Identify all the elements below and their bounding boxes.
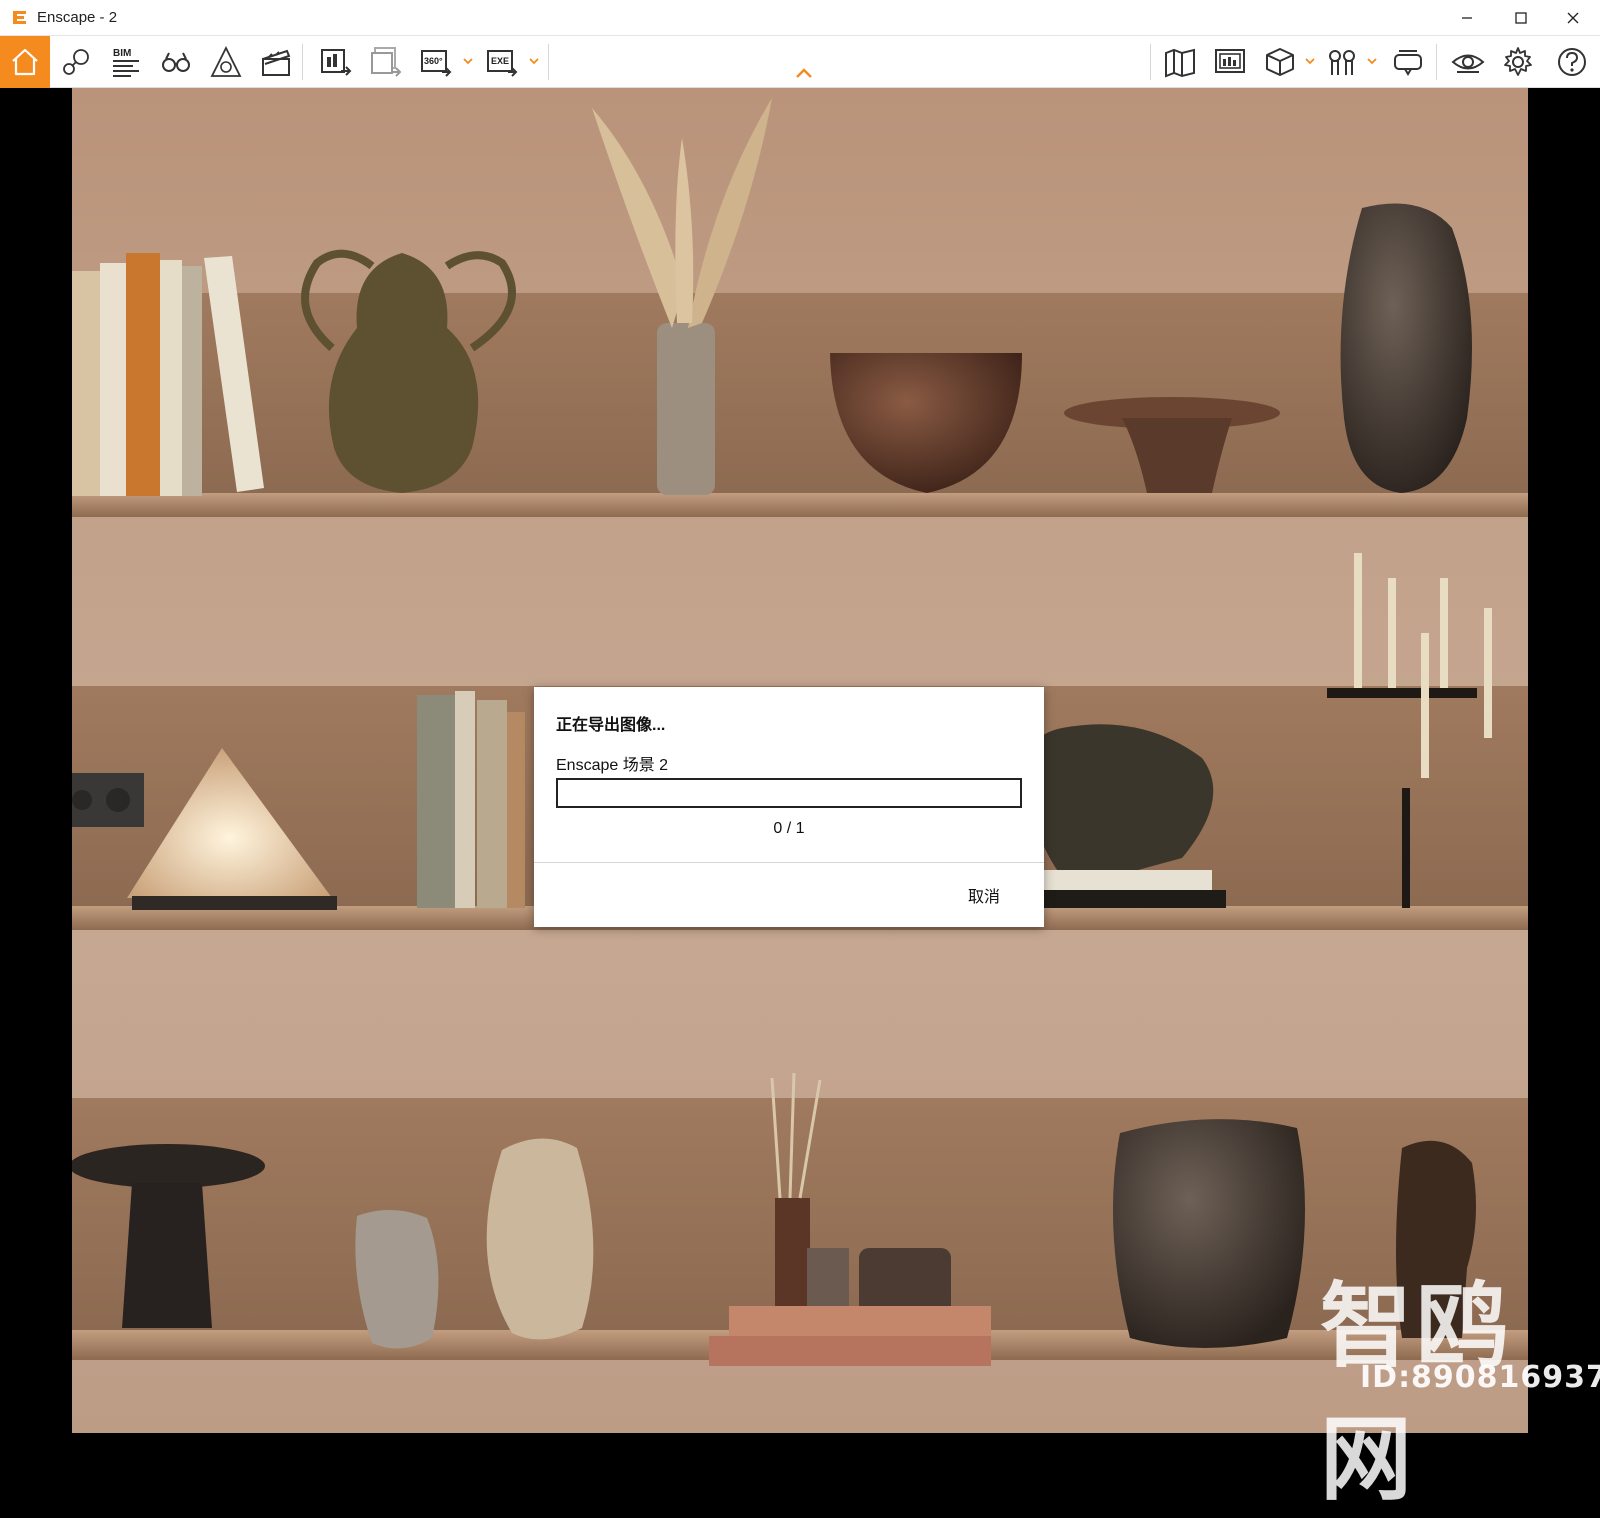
toolbar-separator: [302, 44, 303, 80]
settings-button[interactable]: [1498, 42, 1538, 82]
waypoints-button[interactable]: [56, 42, 96, 82]
video-editor-button[interactable]: [256, 42, 296, 82]
chevron-up-icon[interactable]: [794, 66, 814, 80]
toolbar-separator: [548, 44, 549, 80]
export-progress-bar: [556, 778, 1022, 808]
clapperboard-icon: [262, 49, 291, 76]
map-pin-icon: [63, 49, 89, 75]
vr-headset-icon: [1394, 50, 1422, 76]
svg-text:360°: 360°: [424, 56, 443, 66]
close-button[interactable]: [1546, 0, 1600, 36]
main-toolbar: BIM 360° EXE: [0, 36, 1600, 88]
visual-settings-button[interactable]: [1448, 42, 1488, 82]
binoculars-icon: [162, 52, 190, 72]
views-button[interactable]: [156, 42, 196, 82]
enscape-logo-icon: [13, 11, 26, 24]
chevron-down-icon[interactable]: [528, 54, 540, 68]
map-view-icon: [1165, 48, 1195, 78]
exe-export-icon: EXE: [487, 50, 518, 77]
panorama-export-icon: 360°: [421, 50, 452, 77]
render-export-icon: [321, 49, 352, 76]
svg-text:EXE: EXE: [491, 56, 509, 66]
cinema-mode-button[interactable]: [1210, 42, 1250, 82]
bim-icon: BIM: [113, 48, 139, 77]
dialog-divider: [534, 862, 1044, 863]
eye-icon: [1451, 54, 1485, 73]
render-export-button[interactable]: [316, 42, 356, 82]
asset-library-button[interactable]: [1322, 42, 1362, 82]
help-button[interactable]: [1552, 42, 1592, 82]
perspective-icon: [210, 45, 242, 77]
object-button[interactable]: [1260, 42, 1300, 82]
dialog-scene-label: Enscape 场景 2: [556, 757, 669, 774]
batch-export-button[interactable]: [366, 42, 406, 82]
maximize-button[interactable]: [1494, 0, 1548, 36]
asset-library-icon: [1329, 50, 1355, 75]
export-progress-dialog: 正在导出图像... Enscape 场景 2 0 / 1 取消: [534, 687, 1044, 927]
cinema-icon: [1215, 49, 1245, 73]
maximize-icon: [1515, 12, 1527, 24]
bim-button[interactable]: BIM: [106, 42, 146, 82]
home-icon: [12, 48, 38, 76]
map-view-button[interactable]: [1160, 42, 1200, 82]
panorama-export-button[interactable]: 360°: [416, 42, 456, 82]
exe-export-button[interactable]: EXE: [482, 42, 522, 82]
vr-headset-button[interactable]: [1388, 42, 1428, 82]
cube-icon: [1266, 48, 1294, 76]
help-icon: [1558, 48, 1586, 76]
batch-export-icon: [371, 47, 402, 77]
cancel-button[interactable]: 取消: [952, 881, 1016, 909]
minimize-icon: [1462, 17, 1472, 19]
close-icon: [1567, 12, 1579, 24]
minimize-button[interactable]: [1440, 0, 1494, 36]
title-bar: Enscape - 2: [0, 0, 1600, 36]
progress-count: 0 / 1: [773, 820, 805, 837]
chevron-down-icon[interactable]: [1304, 54, 1316, 68]
chevron-down-icon[interactable]: [1366, 54, 1378, 68]
dialog-title: 正在导出图像...: [556, 717, 666, 734]
chevron-down-icon[interactable]: [462, 54, 474, 68]
home-button[interactable]: [0, 36, 50, 88]
toolbar-separator: [1436, 44, 1437, 80]
window-title: Enscape - 2: [37, 9, 118, 26]
perspective-button[interactable]: [206, 42, 246, 82]
svg-text:BIM: BIM: [113, 48, 131, 59]
toolbar-separator: [1150, 44, 1151, 80]
settings-icon: [1504, 47, 1532, 76]
watermark-id: ID:890816937: [1360, 1360, 1600, 1395]
